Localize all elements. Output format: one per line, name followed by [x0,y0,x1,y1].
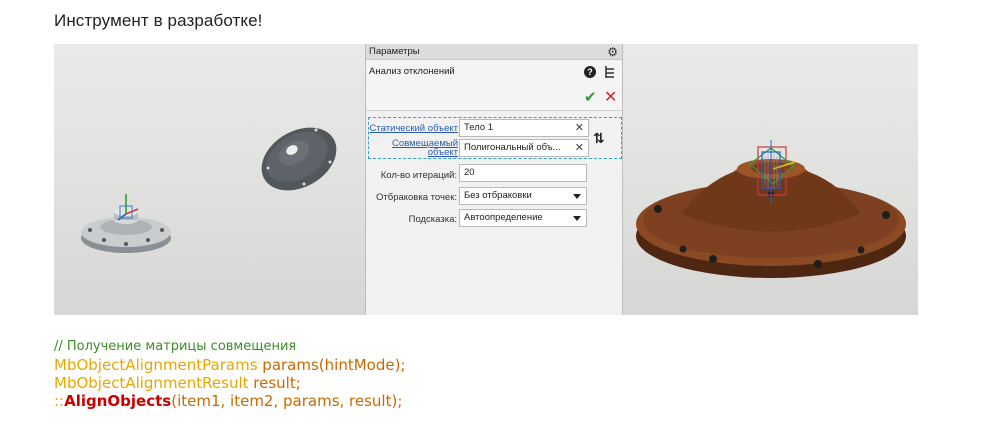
code-rest: result; [248,374,301,392]
code-line-1: MbObjectAlignmentParams params(hintMode)… [54,356,406,374]
code-prefix: :: [54,392,65,410]
static-object-label-wrap: Статический объект [366,121,458,135]
command-header: Анализ отклонений ? ✔ ✕ [366,60,622,111]
help-icon[interactable]: ? [584,66,596,78]
polygonal-object-model[interactable] [250,115,347,203]
chevron-down-icon [573,216,581,221]
command-name: Анализ отклонений [369,66,455,77]
clear-icon[interactable]: ✕ [575,120,584,136]
static-object-value: Тело 1 [464,122,494,133]
panel-title-bar: Параметры ⚙ [366,44,622,60]
close-icon[interactable]: ✕ [604,87,617,107]
iterations-input[interactable]: 20 [459,164,587,182]
clear-icon[interactable]: ✕ [575,140,584,156]
left-3d-viewport[interactable] [54,44,365,315]
code-rest: params(hintMode); [257,356,406,374]
rejection-select[interactable]: Без отбраковки [459,187,587,205]
code-line-2: MbObjectAlignmentResult result; [54,374,406,392]
code-function: AlignObjects [64,392,172,410]
check-icon[interactable]: ✔ [584,88,597,106]
code-line-3: ::AlignObjects(item1, item2, params, res… [54,392,406,410]
code-comment: // Получение матрицы совмещения [54,339,297,354]
rejection-label: Отбраковка точек: [376,191,457,203]
left-scene [81,115,347,253]
panel-title: Параметры [369,46,420,57]
swap-icon[interactable]: ⇅ [593,130,605,147]
code-rest: (item1, item2, params, result); [171,392,403,410]
iterations-label: Кол-во итераций: [380,169,457,181]
hint-select[interactable]: Автоопределение [459,209,587,227]
gear-icon[interactable]: ⚙ [607,45,618,59]
parameters-panel: Параметры ⚙ Анализ отклонений ? ✔ ✕ Стат… [365,44,623,315]
code-type: MbObjectAlignmentParams [54,356,258,374]
code-snippet: // Получение матрицы совмещения MbObject… [54,338,406,410]
static-object-field[interactable]: Тело 1 ✕ [459,119,589,137]
rejection-value: Без отбраковки [464,190,532,201]
code-type: MbObjectAlignmentResult [54,374,249,392]
rejection-label-wrap: Отбраковка точек: [366,188,457,206]
tree-icon[interactable] [604,65,616,79]
static-object-label[interactable]: Статический объект [370,123,458,133]
aligned-object-field[interactable]: Полигональный объ... ✕ [459,139,589,157]
aligned-object-label-wrap: Совмещаемый объект [366,139,458,158]
static-body-model[interactable] [81,194,171,253]
aligned-object-label[interactable]: Совмещаемый объект [388,139,458,158]
hint-label-wrap: Подсказка: [366,210,457,228]
right-scene [636,140,906,278]
hint-label: Подсказка: [408,213,457,225]
page-heading: Инструмент в разработке! [54,11,263,30]
chevron-down-icon [573,194,581,199]
hint-value: Автоопределение [464,212,543,223]
right-3d-viewport[interactable] [623,44,918,315]
aligned-result-model[interactable] [636,140,906,278]
aligned-object-value: Полигональный объ... [464,142,561,153]
iterations-value: 20 [464,167,475,178]
iterations-label-wrap: Кол-во итераций: [366,166,457,184]
